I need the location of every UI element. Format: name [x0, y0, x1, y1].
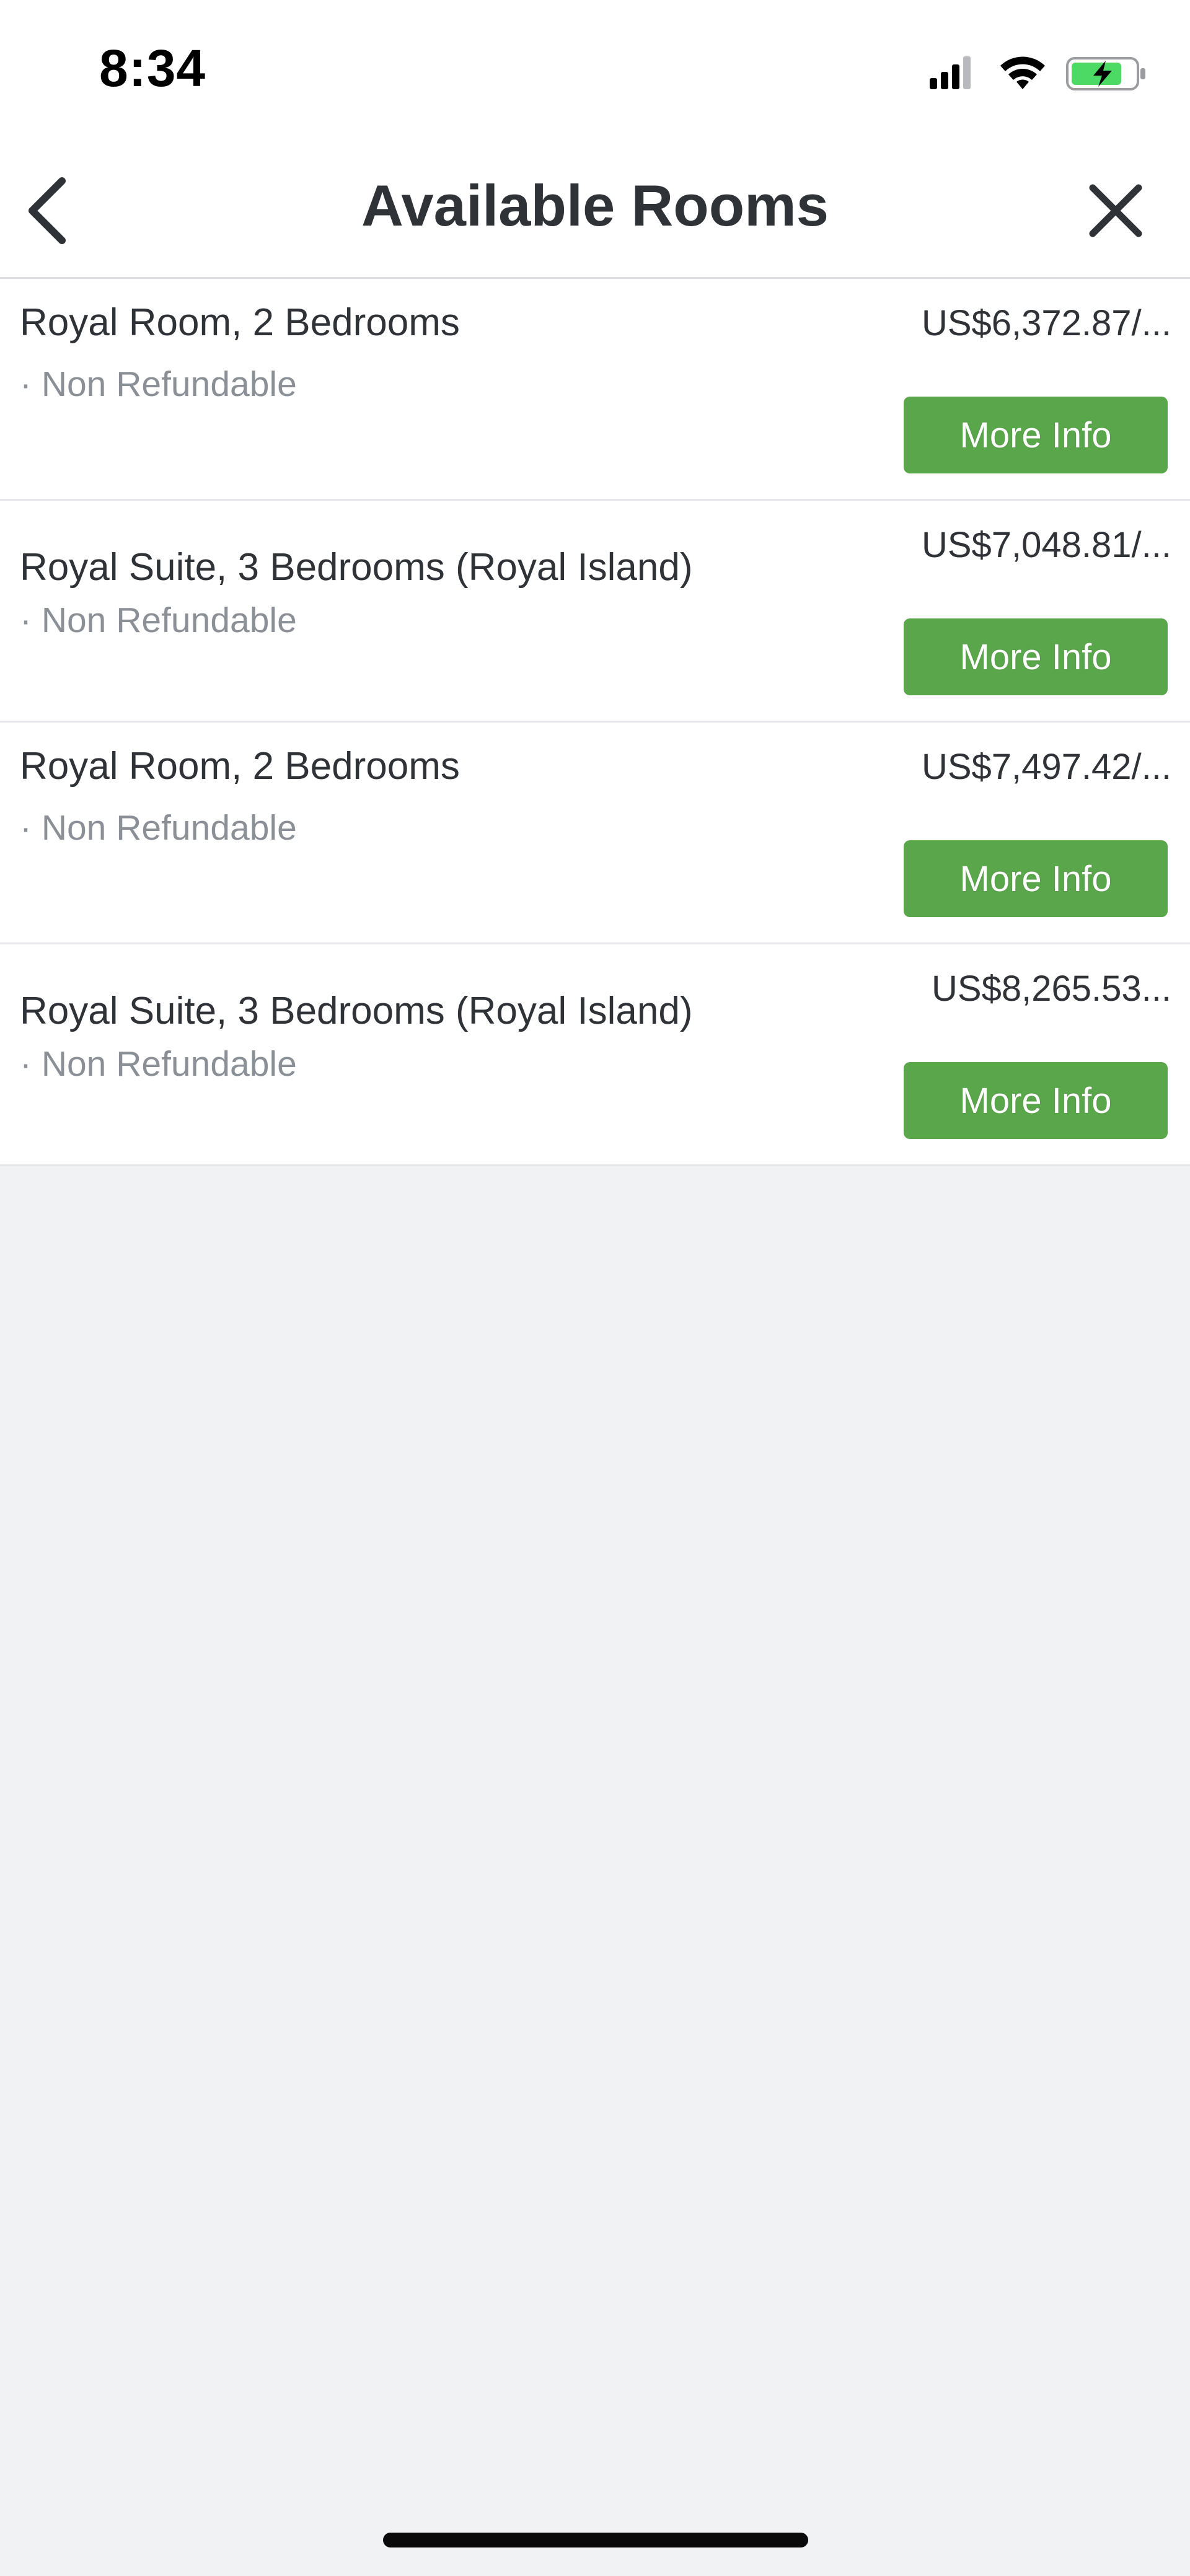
room-price: US$8,265.53...	[932, 969, 1171, 1009]
room-policy: · Non Refundable	[20, 600, 297, 640]
more-info-button[interactable]: More Info	[904, 1062, 1168, 1139]
more-info-button[interactable]: More Info	[904, 618, 1168, 695]
status-time: 8:34	[99, 39, 206, 97]
room-policy: · Non Refundable	[20, 364, 297, 404]
page-title: Available Rooms	[361, 173, 829, 238]
wifi-icon	[1000, 56, 1045, 89]
room-policy: · Non Refundable	[20, 1044, 297, 1084]
room-price: US$6,372.87/...	[921, 303, 1171, 343]
room-price: US$7,497.42/...	[921, 747, 1171, 787]
room-row: Royal Suite, 3 Bedrooms (Royal Island) ·…	[0, 944, 1190, 1166]
close-icon	[1089, 184, 1142, 237]
room-policy: · Non Refundable	[20, 808, 297, 848]
room-name: Royal Suite, 3 Bedrooms (Royal Island)	[20, 546, 693, 589]
nav-bar: Available Rooms	[0, 124, 1190, 279]
status-icons	[930, 55, 1153, 92]
room-name: Royal Suite, 3 Bedrooms (Royal Island)	[20, 990, 693, 1032]
room-name: Royal Room, 2 Bedrooms	[20, 745, 460, 788]
more-info-button[interactable]: More Info	[904, 840, 1168, 917]
more-info-button[interactable]: More Info	[904, 397, 1168, 473]
home-indicator[interactable]	[383, 2533, 808, 2547]
room-list: Royal Room, 2 Bedrooms · Non Refundable …	[0, 279, 1190, 1166]
room-row: Royal Suite, 3 Bedrooms (Royal Island) ·…	[0, 501, 1190, 723]
close-button[interactable]	[1082, 177, 1150, 245]
battery-charging-icon	[1066, 57, 1145, 90]
room-row: Royal Room, 2 Bedrooms · Non Refundable …	[0, 723, 1190, 944]
room-price: US$7,048.81/...	[921, 525, 1171, 565]
room-row: Royal Room, 2 Bedrooms · Non Refundable …	[0, 279, 1190, 501]
room-name: Royal Room, 2 Bedrooms	[20, 301, 460, 344]
cellular-signal-icon	[930, 56, 971, 89]
